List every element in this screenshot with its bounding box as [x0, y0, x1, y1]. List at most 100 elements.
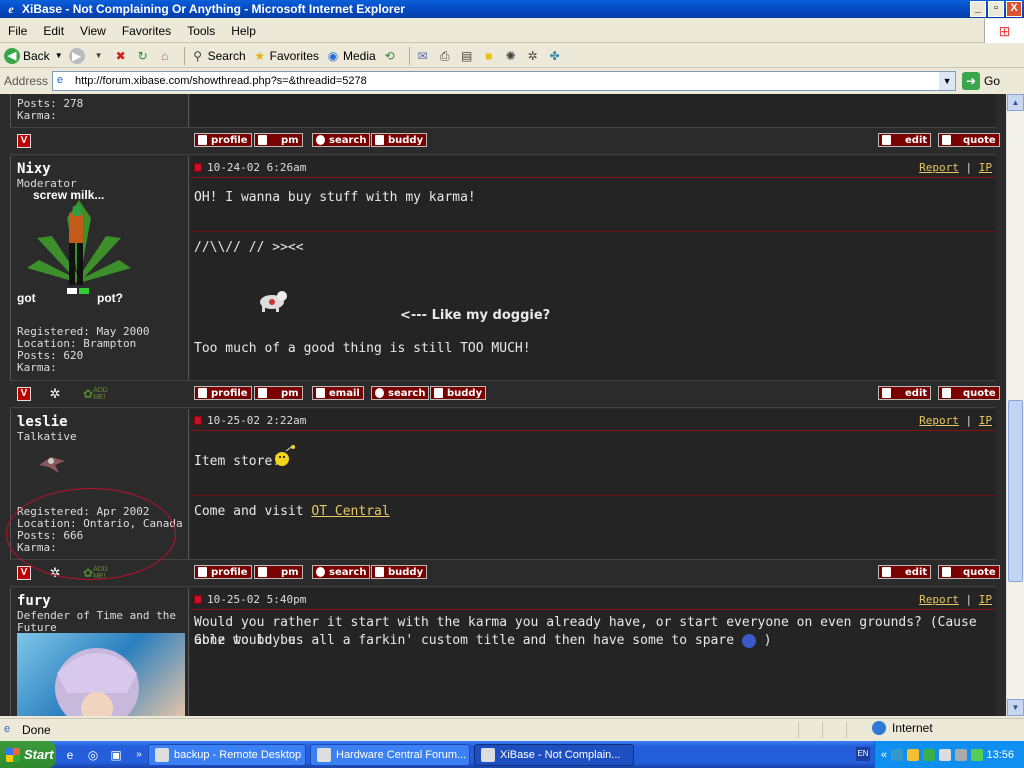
vertical-scrollbar[interactable]: ▲ ▼ [1006, 94, 1024, 716]
chevron-right-icon[interactable]: » [130, 746, 148, 764]
forward-arrow-icon[interactable]: ▶ [68, 47, 85, 64]
avatar-caption-left: got [17, 291, 36, 305]
add-me-button[interactable]: ✿ ADD ME! [83, 387, 113, 401]
username[interactable]: leslie [17, 414, 68, 430]
report-link[interactable]: Report [919, 414, 959, 427]
ip-link[interactable]: IP [979, 161, 992, 174]
menu-help[interactable]: Help [223, 24, 264, 38]
buddy-button[interactable]: buddy [371, 565, 428, 579]
tray-app3-icon[interactable] [939, 748, 952, 761]
profile-button[interactable]: profile [194, 133, 252, 147]
edit-page-icon[interactable]: ▤ [459, 48, 475, 64]
prev-post-karma: Karma: [17, 109, 57, 122]
chevron-left-icon[interactable]: « [881, 749, 887, 761]
profile-button[interactable]: profile [194, 386, 252, 400]
clock[interactable]: 13:56 [986, 749, 1014, 761]
refresh-icon[interactable]: ↻ [135, 48, 151, 64]
search-button[interactable]: search [371, 386, 430, 400]
print-icon[interactable]: ⎙ [437, 48, 453, 64]
username[interactable]: Nixy [17, 161, 51, 177]
profile-button[interactable]: profile [194, 565, 252, 579]
tray-app2-icon[interactable] [923, 748, 936, 761]
search-button[interactable]: search [312, 133, 371, 147]
quote-button[interactable]: quote [938, 133, 1000, 147]
discuss-icon[interactable]: ■ [481, 48, 497, 64]
scroll-thumb[interactable] [1008, 400, 1023, 582]
start-button[interactable]: Start [0, 741, 56, 768]
back-button[interactable]: ◀ Back ▼ [4, 47, 63, 64]
edit-button[interactable]: edit [878, 133, 932, 147]
edit-button[interactable]: edit [878, 386, 932, 400]
media-button[interactable]: ◉ Media [325, 48, 376, 64]
task-xibase[interactable]: XiBase - Not Complain... [474, 744, 634, 766]
ip-link[interactable]: IP [979, 414, 992, 427]
go-button[interactable]: ➜ Go [962, 72, 1000, 90]
zone-label: Internet [892, 721, 933, 735]
pm-button[interactable]: pm [254, 565, 303, 579]
buddy-button[interactable]: buddy [430, 386, 487, 400]
email-button[interactable]: email [312, 386, 364, 400]
scroll-down-icon[interactable]: ▼ [1007, 699, 1024, 716]
signature-text: Come and visit OT Central [194, 504, 390, 519]
mail-icon[interactable]: ✉ [415, 48, 431, 64]
edit-button[interactable]: edit [878, 565, 932, 579]
chevron-down-icon[interactable]: ▼ [91, 48, 107, 64]
maximize-button[interactable]: ▫ [988, 1, 1004, 17]
task-hardware-central[interactable]: Hardware Central Forum... [310, 744, 470, 766]
post-text-cont: able to buy us all a farkin' custom titl… [194, 633, 772, 648]
user-panel: fury Defender of Time and the Future [11, 588, 189, 716]
v-icon[interactable]: V [17, 134, 31, 148]
address-input[interactable]: e http://forum.xibase.com/showthread.php… [52, 71, 957, 91]
tray-app-icon[interactable] [907, 748, 920, 761]
app-quicklaunch-icon[interactable]: ▣ [107, 746, 125, 764]
menu-edit[interactable]: Edit [35, 24, 72, 38]
ie-quicklaunch-icon[interactable]: e [61, 746, 79, 764]
menu-bar: File Edit View Favorites Tools Help ⊞ [0, 19, 1024, 43]
stop-icon[interactable]: ✖ [113, 48, 129, 64]
language-indicator[interactable]: EN [856, 747, 870, 761]
buddy-button[interactable]: buddy [371, 133, 428, 147]
report-ip: Report | IP [919, 414, 992, 427]
scroll-up-icon[interactable]: ▲ [1007, 94, 1024, 111]
chevron-down-icon[interactable]: ▼ [55, 51, 63, 60]
menu-file[interactable]: File [0, 24, 35, 38]
minimize-button[interactable]: _ [970, 1, 986, 17]
home-icon[interactable]: ⌂ [157, 48, 173, 64]
chevron-down-icon[interactable]: ▼ [939, 72, 956, 90]
snowflake-icon[interactable]: ✲ [48, 387, 62, 401]
pm-button[interactable]: pm [254, 386, 303, 400]
ot-central-link[interactable]: OT Central [311, 504, 389, 519]
smiley-icon [741, 633, 756, 648]
quote-button[interactable]: quote [938, 565, 1000, 579]
volume-icon[interactable] [955, 748, 968, 761]
close-button[interactable]: X [1006, 1, 1022, 17]
task-remote-desktop[interactable]: backup - Remote Desktop [148, 744, 306, 766]
menu-favorites[interactable]: Favorites [114, 24, 179, 38]
report-link[interactable]: Report [919, 593, 959, 606]
report-link[interactable]: Report [919, 161, 959, 174]
globe-icon [872, 721, 886, 735]
menu-view[interactable]: View [72, 24, 114, 38]
star-icon: ★ [254, 48, 266, 63]
username[interactable]: fury [17, 593, 51, 609]
extension2-icon[interactable]: ✤ [547, 48, 563, 64]
tray-app4-icon[interactable] [971, 748, 984, 761]
post-button-bar: V ✲ ✿ ADD ME! profile pm email search bud… [10, 380, 1000, 408]
history-icon[interactable]: ⟲ [382, 48, 398, 64]
pm-button[interactable]: pm [254, 133, 303, 147]
ip-link[interactable]: IP [979, 593, 992, 606]
favorites-button[interactable]: ★ Favorites [252, 48, 319, 64]
menu-tools[interactable]: Tools [179, 24, 223, 38]
search-button[interactable]: ⚲ Search [190, 48, 245, 64]
divider [190, 231, 996, 232]
user-panel: Nixy Moderator screw milk... got pot? Re… [11, 156, 189, 380]
quote-button[interactable]: quote [938, 386, 1000, 400]
v-icon[interactable]: V [17, 387, 31, 401]
search-button[interactable]: search [312, 565, 371, 579]
network-icon[interactable] [891, 748, 904, 761]
extension-icon[interactable]: ✲ [525, 48, 541, 64]
outlook-quicklaunch-icon[interactable]: ◎ [84, 746, 102, 764]
toolbar: ◀ Back ▼ ▶ ▼ ✖ ↻ ⌂ ⚲ Search ★ Favorites … [0, 44, 1024, 68]
v-icon[interactable]: V [17, 566, 31, 580]
messenger-icon[interactable]: ✺ [503, 48, 519, 64]
